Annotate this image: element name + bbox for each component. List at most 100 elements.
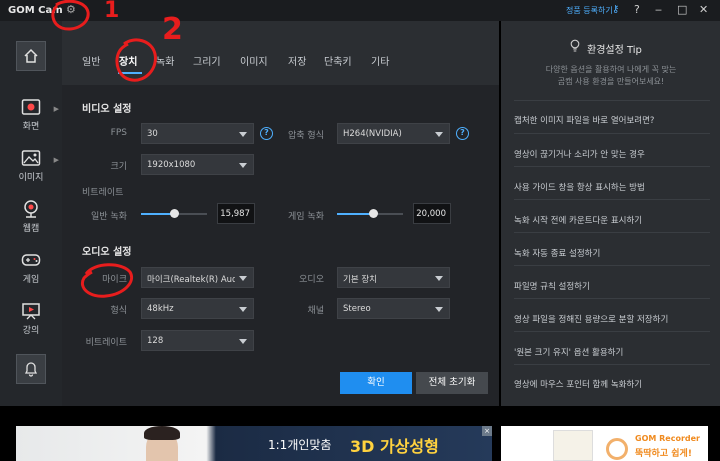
game-bitrate-slider[interactable] — [337, 209, 403, 218]
codec-label: 압축 형식 — [288, 131, 324, 141]
tip-item[interactable]: 영상 파일을 정해진 용량으로 분할 저장하기 — [514, 313, 710, 325]
minimize-icon[interactable]: ‒ — [655, 3, 662, 16]
tip-item[interactable]: 녹화 시작 전에 카운트다운 표시하기 — [514, 214, 710, 226]
channel-label: 채널 — [307, 306, 324, 316]
sidebar-item-label: 강의 — [22, 326, 40, 336]
register-link[interactable]: 정품 등록하기 — [566, 5, 613, 16]
sidebar-item-lecture[interactable]: 강의 — [0, 295, 62, 343]
lightbulb-icon — [570, 39, 580, 52]
tab-device[interactable]: 장치 — [119, 53, 137, 68]
home-button[interactable] — [16, 41, 46, 71]
slider-knob[interactable] — [368, 209, 378, 218]
sidebar-item-label: 웹캠 — [22, 224, 40, 234]
tab-image[interactable]: 이미지 — [240, 53, 268, 68]
tab-general[interactable]: 일반 — [82, 53, 100, 68]
tip-description-line: 다양한 옵션을 활용하여 나에게 꼭 맞는 — [545, 65, 677, 74]
channel-select[interactable]: Stereo — [337, 298, 450, 319]
tip-title: 환경설정 Tip — [587, 45, 642, 56]
help-icon[interactable]: ? — [634, 3, 640, 16]
tab-draw[interactable]: 그리기 — [193, 53, 221, 68]
size-label: 크기 — [110, 162, 127, 172]
annotation-number: 1 — [104, 0, 120, 23]
confirm-button[interactable]: 확인 — [340, 372, 412, 394]
sidebar-item-game[interactable]: 게임 — [0, 244, 62, 292]
sidebar-item-label: 이미지 — [18, 173, 44, 183]
mic-value: 마이크(Realtek(R) Aud — [147, 275, 235, 285]
close-icon[interactable]: ✕ — [699, 3, 708, 16]
tab-etc[interactable]: 기타 — [371, 53, 389, 68]
fps-value: 30 — [147, 129, 158, 139]
tip-item[interactable]: '원본 크기 유지' 옵션 활용하기 — [514, 346, 710, 358]
ad-person-hair — [144, 426, 180, 440]
tip-item[interactable]: 영상에 마우스 포인터 함께 녹화하기 — [514, 378, 710, 390]
chevron-right-icon: ▶ — [53, 156, 59, 164]
screen-record-icon — [21, 99, 41, 115]
mic-select[interactable]: 마이크(Realtek(R) Aud — [141, 267, 254, 288]
ad-headline: 3D 가상성형 — [350, 437, 439, 456]
gear-icon[interactable]: ⚙ — [66, 3, 76, 16]
mic-label: 마이크 — [102, 275, 127, 285]
help-icon[interactable]: ? — [260, 127, 273, 140]
codec-value: H264(NVIDIA) — [343, 129, 402, 139]
divider — [514, 265, 710, 266]
ad-slogan: 뚝딱하고 쉽게! — [635, 449, 692, 459]
ad-banner-left[interactable]: 1:1개인맞춤 3D 가상성형 × — [16, 426, 492, 461]
sidebar-item-screen[interactable]: 화면 ▶ — [0, 91, 62, 139]
format-select[interactable]: 48kHz — [141, 298, 254, 319]
game-record-label: 게임 녹화 — [288, 212, 324, 222]
ad-product-image — [553, 430, 593, 461]
tab-shortcut[interactable]: 단축키 — [324, 53, 352, 68]
annotation-number: 2 — [162, 12, 183, 47]
audio-select[interactable]: 기본 장치 — [337, 267, 450, 288]
tab-save[interactable]: 저장 — [288, 53, 306, 68]
tip-item[interactable]: 캡처한 이미지 파일을 바로 열어보려면? — [514, 114, 710, 126]
tab-record[interactable]: 녹화 — [156, 53, 174, 68]
divider — [514, 364, 710, 365]
fps-label: FPS — [110, 128, 127, 138]
ad-brand: GOM Recorder — [635, 434, 700, 443]
ad-close-icon[interactable]: × — [482, 426, 492, 436]
sidebar-item-label: 화면 — [22, 122, 40, 132]
help-icon[interactable]: ? — [456, 127, 469, 140]
chevron-right-icon: ▶ — [53, 105, 59, 113]
audio-label: 오디오 — [299, 275, 324, 285]
chevron-down-icon — [435, 132, 443, 137]
codec-select[interactable]: H264(NVIDIA) — [337, 123, 450, 144]
divider — [514, 232, 710, 233]
slider-fill — [337, 213, 374, 215]
audio-bitrate-label: 비트레이트 — [85, 338, 127, 348]
ad-text: 1:1개인맞춤 — [268, 438, 332, 452]
settings-tabs: 일반 장치 녹화 그리기 이미지 저장 단축키 기타 — [62, 21, 499, 93]
home-icon — [24, 48, 38, 63]
maximize-icon[interactable]: □ — [677, 3, 687, 16]
size-select[interactable]: 1920x1080 — [141, 154, 254, 175]
ad-banner-right[interactable]: GOM Recorder 뚝딱하고 쉽게! — [501, 426, 708, 461]
audio-bitrate-select[interactable]: 128 — [141, 330, 254, 351]
format-value: 48kHz — [147, 304, 174, 314]
bitrate-label: 비트레이트 — [82, 188, 124, 198]
app-logo: GOM Cam — [8, 5, 63, 16]
normal-bitrate-slider[interactable] — [141, 209, 207, 218]
tip-item[interactable]: 녹화 자동 종료 설정하기 — [514, 247, 710, 259]
divider — [514, 133, 710, 134]
chevron-down-icon — [239, 339, 247, 344]
game-bitrate-input[interactable]: 20,000 — [413, 203, 451, 224]
divider — [514, 166, 710, 167]
gamepad-icon — [21, 254, 41, 266]
video-section-title: 비디오 설정 — [82, 104, 132, 115]
tip-item[interactable]: 사용 가이드 창을 항상 표시하는 방법 — [514, 181, 710, 193]
tip-item[interactable]: 영상이 끊기거나 소리가 안 맞는 경우 — [514, 148, 710, 160]
ad-decoration — [606, 438, 628, 460]
reset-all-button[interactable]: 전체 초기화 — [416, 372, 488, 394]
notification-button[interactable] — [16, 354, 46, 384]
sidebar-item-image[interactable]: 이미지 ▶ — [0, 142, 62, 190]
divider — [514, 100, 710, 101]
fps-select[interactable]: 30 — [141, 123, 254, 144]
tip-item[interactable]: 파일명 규칙 설정하기 — [514, 280, 710, 292]
slider-knob[interactable] — [169, 209, 179, 218]
audio-value: 기본 장치 — [343, 275, 377, 285]
lecture-icon — [22, 303, 40, 320]
normal-bitrate-input[interactable]: 15,987 — [217, 203, 255, 224]
divider — [514, 331, 710, 332]
sidebar-item-webcam[interactable]: 웹캠 — [0, 193, 62, 241]
